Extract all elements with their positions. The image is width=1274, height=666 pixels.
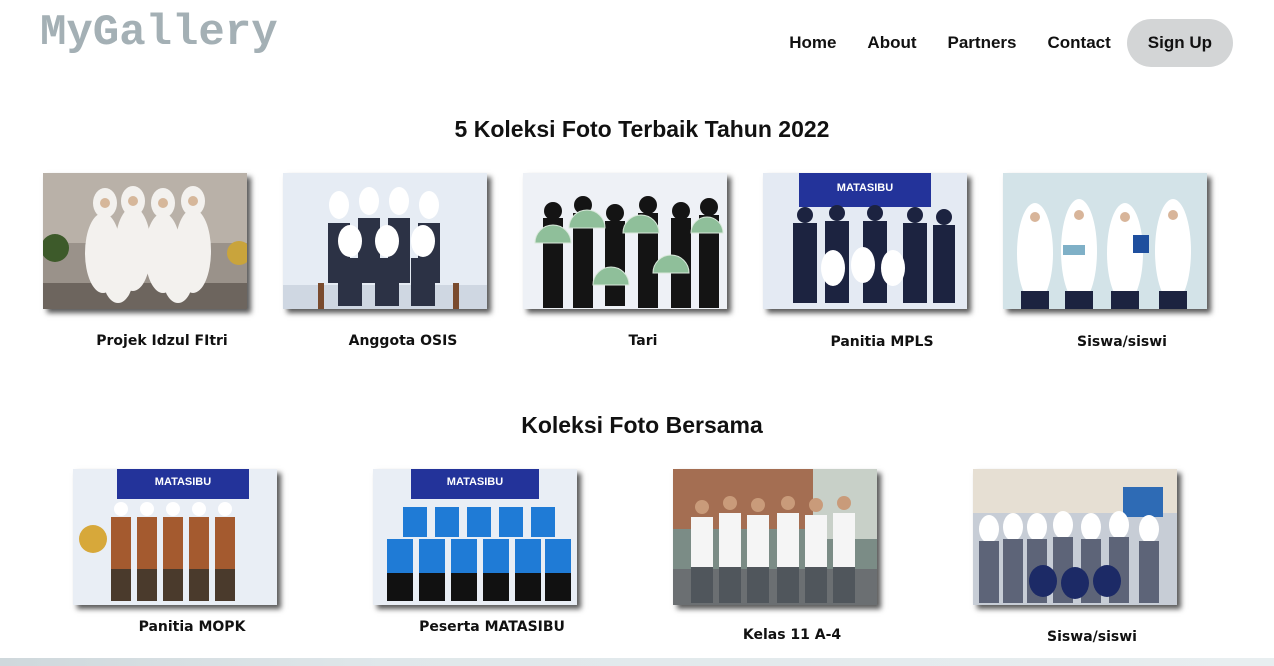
- site-logo[interactable]: MyGallery: [40, 8, 278, 58]
- caption-anggota-osis: Anggota OSIS: [348, 333, 458, 349]
- caption-panitia-mopk: Panitia MOPK: [138, 619, 246, 635]
- caption-projek-idzul-fitri: Projek Idzul FItri: [96, 333, 228, 349]
- photo-peserta-matasibu[interactable]: MATASIBU: [373, 469, 577, 605]
- photo-panitia-mopk[interactable]: MATASIBU: [73, 469, 277, 605]
- next-section-edge: [0, 658, 1274, 666]
- group-photos-heading: Koleksi Foto Bersama: [521, 412, 763, 438]
- photo-projek-idzul-fitri[interactable]: [43, 173, 247, 309]
- nav-about-link[interactable]: About: [867, 33, 916, 53]
- photo-panitia-mpls[interactable]: MATASIBU: [763, 173, 967, 309]
- photo-kelas-11-a4[interactable]: [673, 469, 877, 605]
- matasibu-banner-text: MATASIBU: [447, 476, 503, 488]
- nav-home-link[interactable]: Home: [789, 33, 836, 53]
- caption-panitia-mpls: Panitia MPLS: [830, 334, 934, 350]
- caption-peserta-matasibu: Peserta MATASIBU: [419, 619, 565, 635]
- nav-contact-link[interactable]: Contact: [1048, 33, 1111, 53]
- photo-siswa-siswi-2[interactable]: [973, 469, 1177, 605]
- mpls-banner-text: MATASIBU: [837, 182, 893, 194]
- mopk-banner-text: MATASIBU: [155, 476, 211, 488]
- caption-kelas-11-a4: Kelas 11 A-4: [742, 627, 842, 643]
- photo-anggota-osis[interactable]: [283, 173, 487, 309]
- caption-tari: Tari: [628, 333, 658, 349]
- sign-up-button[interactable]: Sign Up: [1126, 19, 1233, 67]
- main-nav: Home About Partners Contact Sign Up: [758, 19, 1233, 67]
- caption-siswa-siswi-2: Siswa/siswi: [1047, 629, 1137, 645]
- caption-siswa-siswi-1: Siswa/siswi: [1077, 334, 1167, 350]
- nav-partners-link[interactable]: Partners: [948, 33, 1017, 53]
- best-photos-heading: 5 Koleksi Foto Terbaik Tahun 2022: [454, 116, 830, 142]
- photo-tari[interactable]: [523, 173, 727, 309]
- photo-siswa-siswi-1[interactable]: [1003, 173, 1207, 309]
